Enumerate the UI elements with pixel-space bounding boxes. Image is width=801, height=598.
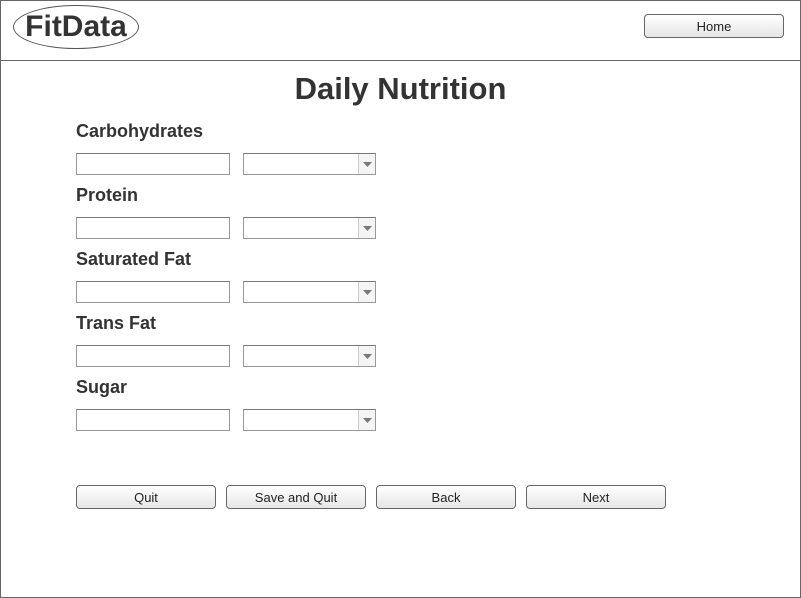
quit-button[interactable]: Quit: [76, 485, 216, 509]
trans-fat-amount-input[interactable]: [76, 345, 230, 367]
next-button[interactable]: Next: [526, 485, 666, 509]
sugar-label: Sugar: [76, 377, 128, 397]
protein-amount-input[interactable]: [76, 217, 230, 239]
chevron-down-icon[interactable]: [358, 282, 375, 302]
back-button[interactable]: Back: [376, 485, 516, 509]
trans-fat-label: Trans Fat: [76, 313, 157, 333]
app-window: FitData Home Daily Nutrition Carbohydrat…: [0, 0, 801, 598]
protein-label: Protein: [76, 185, 139, 205]
sugar-unit-select[interactable]: [243, 409, 376, 431]
chevron-down-icon[interactable]: [358, 410, 375, 430]
page-title: Daily Nutrition: [294, 71, 507, 106]
chevron-down-icon[interactable]: [358, 218, 375, 238]
header-bar: FitData Home: [1, 1, 800, 61]
carbohydrates-label: Carbohydrates: [76, 121, 204, 141]
protein-unit-select[interactable]: [243, 217, 376, 239]
saturated-fat-label: Saturated Fat: [76, 249, 192, 269]
sugar-amount-input[interactable]: [76, 409, 230, 431]
trans-fat-unit-select[interactable]: [243, 345, 376, 367]
carbohydrates-amount-input[interactable]: [76, 153, 230, 175]
logo: FitData: [13, 5, 139, 49]
chevron-down-icon[interactable]: [358, 346, 375, 366]
saturated-fat-unit-select[interactable]: [243, 281, 376, 303]
home-button[interactable]: Home: [644, 14, 784, 38]
saturated-fat-amount-input[interactable]: [76, 281, 230, 303]
chevron-down-icon[interactable]: [358, 154, 375, 174]
carbohydrates-unit-select[interactable]: [243, 153, 376, 175]
save-and-quit-button[interactable]: Save and Quit: [226, 485, 366, 509]
